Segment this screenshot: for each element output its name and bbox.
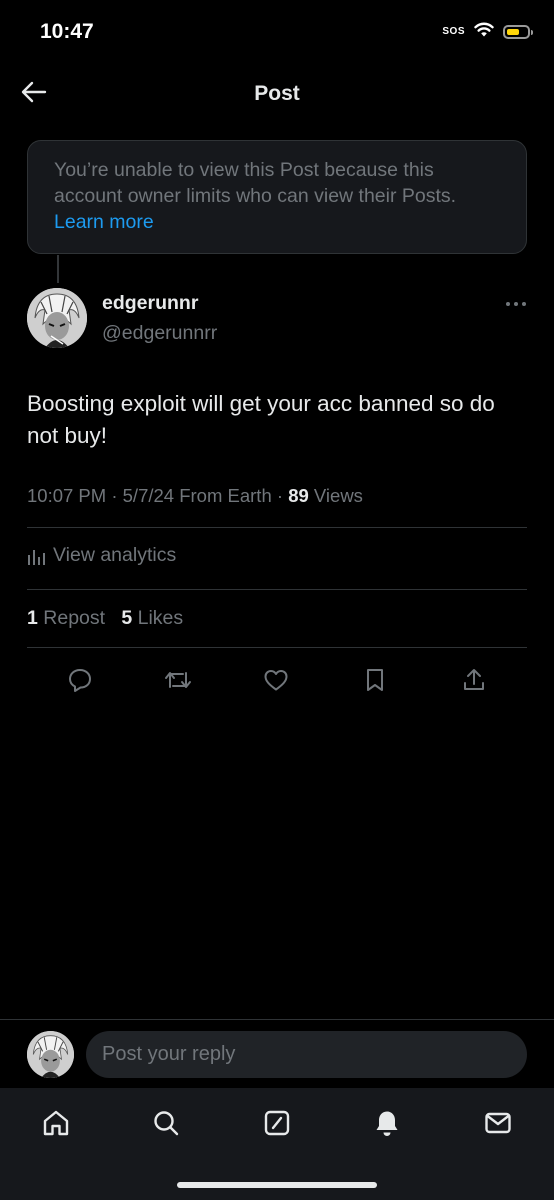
post-date: 5/7/24	[122, 485, 175, 506]
views-count: 89	[288, 485, 309, 506]
divider	[27, 589, 527, 590]
home-icon[interactable]	[36, 1103, 76, 1143]
sos-label: SOS	[442, 26, 465, 37]
thread-connector-line	[57, 255, 59, 283]
wifi-icon	[474, 22, 494, 42]
status-icons: SOS	[442, 22, 533, 42]
user-avatar[interactable]	[27, 1031, 74, 1078]
like-icon[interactable]	[258, 662, 294, 698]
repost-icon[interactable]	[160, 662, 196, 698]
notice-text: You’re unable to view this Post because …	[54, 159, 457, 207]
likes-stat[interactable]: 5 Likes	[121, 607, 183, 629]
divider	[27, 647, 527, 648]
page-title: Post	[254, 82, 300, 105]
analytics-icon	[28, 549, 45, 565]
grok-icon[interactable]	[257, 1103, 297, 1143]
author-avatar[interactable]	[27, 288, 87, 348]
battery-icon	[503, 25, 533, 39]
view-analytics-label: View analytics	[53, 544, 177, 566]
bookmark-icon[interactable]	[357, 662, 393, 698]
post-time: 10:07 PM	[27, 485, 107, 506]
restricted-post-notice: You’re unable to view this Post because …	[27, 140, 527, 254]
likes-count: 5	[121, 607, 133, 629]
notifications-icon[interactable]	[367, 1103, 407, 1143]
reposts-count: 1	[27, 607, 38, 629]
learn-more-link[interactable]: Learn more	[54, 211, 154, 233]
views-label: Views	[313, 485, 363, 506]
post-meta: 10:07 PM · 5/7/24 From Earth · 89 Views	[27, 485, 363, 506]
reply-icon[interactable]	[62, 662, 98, 698]
author-name[interactable]: edgerunnr	[102, 292, 198, 315]
search-icon[interactable]	[146, 1103, 186, 1143]
engagement-stats: 1 Repost 5 Likes	[27, 607, 183, 630]
reply-input[interactable]	[86, 1031, 527, 1078]
post-source: From Earth	[179, 485, 272, 506]
reposts-stat[interactable]: 1 Repost	[27, 607, 105, 629]
post-text: Boosting exploit will get your acc banne…	[27, 391, 495, 448]
likes-label: Likes	[137, 607, 184, 629]
more-options-icon[interactable]	[504, 296, 528, 312]
messages-icon[interactable]	[478, 1103, 518, 1143]
view-analytics-button[interactable]: View analytics	[27, 544, 176, 567]
share-icon[interactable]	[456, 662, 492, 698]
divider	[27, 527, 527, 528]
status-time: 10:47	[40, 20, 94, 43]
divider	[0, 1019, 554, 1020]
post-actions	[27, 662, 527, 698]
author-handle[interactable]: @edgerunnrr	[102, 322, 217, 345]
home-indicator[interactable]	[177, 1182, 377, 1188]
reposts-label: Repost	[43, 607, 106, 629]
